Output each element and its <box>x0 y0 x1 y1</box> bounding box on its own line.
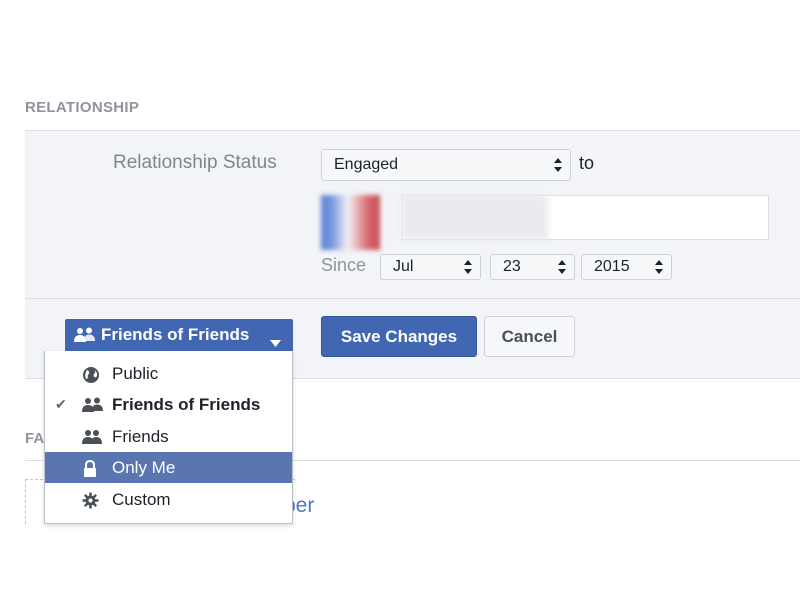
privacy-dropdown-menu: Public ✔ Friends of Friends Friends Only <box>44 351 293 524</box>
partner-name-redacted <box>402 195 548 240</box>
lock-icon <box>82 459 98 483</box>
privacy-option-label: Friends of Friends <box>112 395 261 414</box>
year-value: 2015 <box>594 258 630 275</box>
friends-of-friends-icon <box>82 397 104 418</box>
relationship-status-value: Engaged <box>334 156 399 173</box>
select-arrows-icon <box>558 260 566 274</box>
section-title: RELATIONSHIP <box>25 99 140 116</box>
privacy-selector-button[interactable]: Friends of Friends <box>65 319 293 351</box>
privacy-option-friends-of-friends[interactable]: ✔ Friends of Friends <box>45 389 292 420</box>
save-changes-button[interactable]: Save Changes <box>321 316 477 357</box>
cancel-button[interactable]: Cancel <box>484 316 575 357</box>
friends-icon <box>82 429 102 450</box>
relationship-status-label: Relationship Status <box>113 152 277 173</box>
partner-avatar <box>321 195 380 250</box>
privacy-option-label: Only Me <box>112 458 176 477</box>
privacy-option-public[interactable]: Public <box>45 358 292 389</box>
privacy-option-label: Custom <box>112 490 171 509</box>
privacy-option-label: Public <box>112 364 159 383</box>
privacy-option-label: Friends <box>112 427 169 446</box>
month-select[interactable]: Jul <box>380 254 481 280</box>
checkmark-icon: ✔ <box>55 396 67 412</box>
year-select[interactable]: 2015 <box>581 254 672 280</box>
select-arrows-icon <box>554 158 562 172</box>
since-label: Since <box>321 255 367 275</box>
select-arrows-icon <box>655 260 663 274</box>
day-select[interactable]: 23 <box>490 254 575 280</box>
globe-icon <box>82 366 100 389</box>
privacy-option-custom[interactable]: Custom <box>45 484 292 515</box>
to-label: to <box>579 153 595 173</box>
select-arrows-icon <box>464 260 472 274</box>
relationship-status-select[interactable]: Engaged <box>321 149 571 181</box>
day-value: 23 <box>503 258 521 275</box>
privacy-selector-label: Friends of Friends <box>101 325 250 344</box>
gear-icon <box>82 492 99 514</box>
month-value: Jul <box>393 258 414 275</box>
partial-section-label: FA <box>25 430 45 447</box>
panel-divider <box>25 298 800 299</box>
privacy-option-friends[interactable]: Friends <box>45 421 292 452</box>
friends-of-friends-icon <box>74 327 96 348</box>
privacy-option-only-me[interactable]: Only Me <box>45 452 292 483</box>
caret-down-icon <box>270 332 281 352</box>
